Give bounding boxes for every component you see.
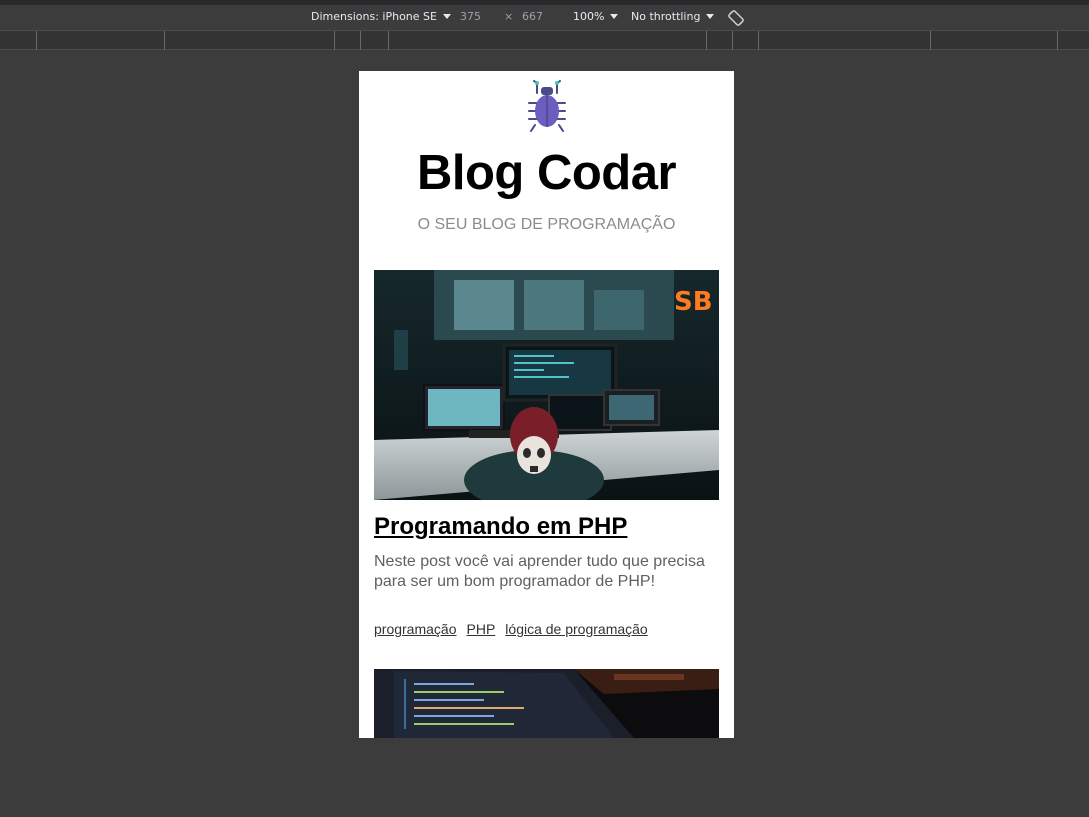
- chevron-down-icon: [610, 14, 619, 19]
- device-viewport: Blog Codar O SEU BLOG DE PROGRAMAÇÃO SB …: [359, 71, 734, 738]
- dimensions-label: Dimensions: iPhone SE: [311, 10, 437, 23]
- height-input[interactable]: 667: [522, 10, 543, 23]
- breakpoint-marker[interactable]: [732, 31, 733, 50]
- breakpoint-marker[interactable]: [758, 31, 759, 50]
- svg-text:SB: SB: [674, 287, 713, 317]
- post-image[interactable]: SB: [374, 270, 719, 500]
- page-subtitle: O SEU BLOG DE PROGRAMAÇÃO: [417, 216, 676, 233]
- breakpoint-marker[interactable]: [36, 31, 37, 50]
- throttling-label: No throttling: [631, 10, 701, 23]
- post-excerpt: Neste post você vai aprender tudo que pr…: [374, 553, 705, 590]
- chevron-down-icon: [442, 14, 451, 19]
- breakpoint-marker[interactable]: [360, 31, 361, 50]
- bug-icon: [527, 79, 567, 133]
- media-query-bar[interactable]: [0, 30, 1089, 50]
- rotate-icon[interactable]: [726, 8, 746, 28]
- breakpoint-marker[interactable]: [706, 31, 707, 50]
- breakpoint-marker[interactable]: [334, 31, 335, 50]
- device-toolbar: Dimensions: iPhone SE 375 × 667 100% No …: [0, 5, 1089, 30]
- chevron-down-icon: [706, 14, 715, 19]
- dimensions-dropdown[interactable]: Dimensions: iPhone SE: [311, 10, 451, 23]
- breakpoint-marker[interactable]: [164, 31, 165, 50]
- breakpoint-marker[interactable]: [388, 31, 389, 50]
- tag-link[interactable]: programação: [374, 621, 457, 637]
- zoom-dropdown[interactable]: 100%: [573, 10, 619, 23]
- width-input[interactable]: 375: [460, 10, 481, 23]
- dimension-separator: ×: [504, 10, 514, 23]
- post-title-link[interactable]: Programando em PHP: [374, 513, 627, 541]
- tag-link[interactable]: lógica de programação: [505, 621, 647, 637]
- page-title: Blog Codar: [416, 146, 677, 200]
- zoom-label: 100%: [573, 10, 605, 23]
- tag-link[interactable]: PHP: [467, 621, 496, 637]
- throttling-dropdown[interactable]: No throttling: [631, 10, 715, 23]
- post-tags: programação PHP lógica de programação: [374, 621, 648, 637]
- breakpoint-marker[interactable]: [930, 31, 931, 50]
- breakpoint-marker[interactable]: [1057, 31, 1058, 50]
- post-image[interactable]: [374, 669, 719, 738]
